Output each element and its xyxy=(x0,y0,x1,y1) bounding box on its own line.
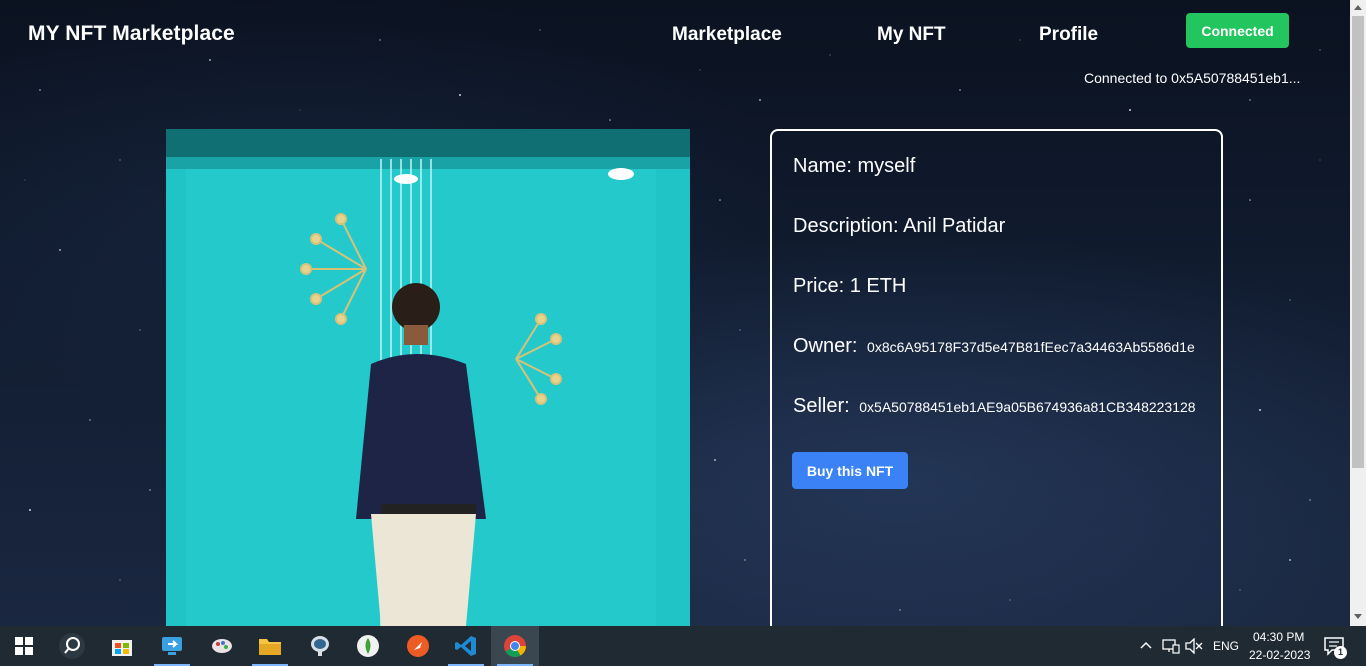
nav-link-my-nft[interactable]: My NFT xyxy=(877,24,946,46)
nav-link-marketplace[interactable]: Marketplace xyxy=(672,24,782,46)
postman-icon[interactable] xyxy=(394,626,442,666)
nft-description-row: Description: Anil Patidar xyxy=(793,215,1005,238)
nft-owner-address: 0x8c6A95178F37d5e47B81fEec7a34463Ab5586d… xyxy=(867,339,1195,355)
nft-seller-address: 0x5A50788451eb1AE9a05B674936a81CB3482231… xyxy=(859,399,1196,415)
notification-center-icon[interactable]: 1 xyxy=(1324,636,1348,663)
windows-taskbar: ENG 04:30 PM 22-02-2023 1 xyxy=(0,626,1366,666)
nft-seller-label: Seller: xyxy=(793,395,850,417)
nft-name-row: Name: myself xyxy=(793,155,915,178)
nft-price-row: Price: 1 ETH xyxy=(793,275,906,298)
buy-nft-button[interactable]: Buy this NFT xyxy=(792,452,908,489)
search-icon[interactable] xyxy=(48,626,96,666)
nft-owner-row: Owner: 0x8c6A95178F37d5e47B81fEec7a34463… xyxy=(793,335,1195,358)
brand-title[interactable]: MY NFT Marketplace xyxy=(28,22,235,46)
nft-name-value: myself xyxy=(857,155,916,177)
nft-price-label: Price: xyxy=(793,275,845,297)
nft-description-value: Anil Patidar xyxy=(903,215,1006,237)
scroll-up-arrow-icon[interactable] xyxy=(1354,5,1362,10)
show-hidden-icons-chevron-icon[interactable] xyxy=(1140,639,1152,657)
file-explorer-icon[interactable] xyxy=(246,626,294,666)
postgresql-icon[interactable] xyxy=(296,626,344,666)
connected-address: Connected to 0x5A50788451eb1... xyxy=(1084,70,1301,86)
start-icon[interactable] xyxy=(0,626,48,666)
nft-image xyxy=(166,129,690,626)
remote-desktop-icon[interactable] xyxy=(148,626,196,666)
store-icon[interactable] xyxy=(98,626,146,666)
nft-name-label: Name: xyxy=(793,155,852,177)
connect-wallet-button[interactable]: Connected xyxy=(1186,13,1289,48)
language-indicator[interactable]: ENG xyxy=(1213,639,1239,653)
volume-muted-icon[interactable] xyxy=(1185,637,1203,659)
browser-viewport: MY NFT Marketplace Marketplace My NFT Pr… xyxy=(0,0,1350,626)
clock-date[interactable]: 22-02-2023 xyxy=(1249,648,1310,662)
mongodb-icon[interactable] xyxy=(344,626,392,666)
nft-seller-row: Seller: 0x5A50788451eb1AE9a05B674936a81C… xyxy=(793,395,1196,418)
navbar: MY NFT Marketplace Marketplace My NFT Pr… xyxy=(0,0,1350,86)
nft-description-label: Description: xyxy=(793,215,899,237)
nft-owner-label: Owner: xyxy=(793,335,858,357)
nav-link-profile[interactable]: Profile xyxy=(1039,24,1098,46)
chrome-icon[interactable] xyxy=(491,626,539,666)
vscode-icon[interactable] xyxy=(442,626,490,666)
vertical-scrollbar[interactable] xyxy=(1350,0,1366,626)
scroll-thumb[interactable] xyxy=(1352,16,1364,468)
scroll-down-arrow-icon[interactable] xyxy=(1354,614,1362,619)
nft-details-card: Name: myself Description: Anil Patidar P… xyxy=(770,129,1223,626)
nft-price-value: 1 ETH xyxy=(849,275,907,297)
clock-time[interactable]: 04:30 PM xyxy=(1253,630,1304,644)
paint-icon[interactable] xyxy=(198,626,246,666)
network-icon[interactable] xyxy=(1162,638,1180,659)
notification-count-badge: 1 xyxy=(1334,646,1347,659)
